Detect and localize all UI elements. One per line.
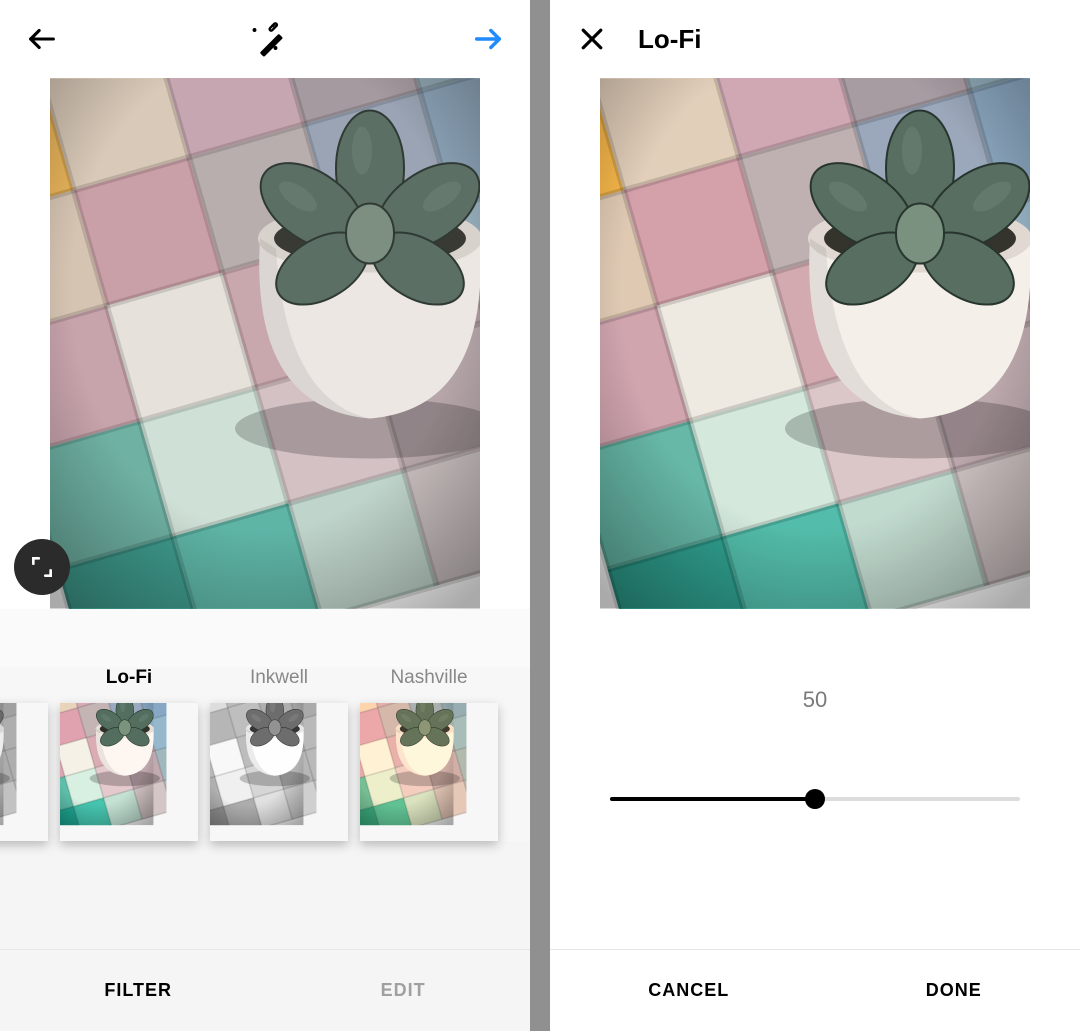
- filter-label: Nashville: [390, 667, 467, 693]
- left-header: [0, 0, 530, 78]
- cancel-button[interactable]: CANCEL: [648, 980, 729, 1001]
- preview-image: [50, 78, 480, 609]
- filter-thumb: [0, 703, 48, 841]
- photo-preview: [0, 78, 530, 609]
- filter-item-inkwell[interactable]: Inkwell: [210, 667, 348, 841]
- filter-label: Inkwell: [250, 667, 308, 693]
- right-header: Lo-Fi: [550, 0, 1080, 78]
- expand-button[interactable]: [14, 539, 70, 595]
- filter-item-nashville[interactable]: Nashville: [360, 667, 498, 841]
- back-button[interactable]: [20, 17, 64, 61]
- slider-area: 50 CANCEL DONE: [550, 609, 1080, 1031]
- done-button[interactable]: DONE: [926, 980, 982, 1001]
- screenshot-divider: [530, 0, 550, 1031]
- filter-select-screen: w Lo-Fi Inkwell Nashville FILTER: [0, 0, 530, 1031]
- photo-preview: [550, 78, 1080, 609]
- filter-title: Lo-Fi: [638, 24, 702, 55]
- filter-thumb: [210, 703, 348, 841]
- intensity-slider[interactable]: [610, 797, 1020, 801]
- filter-thumb: [60, 703, 198, 841]
- filter-adjust-screen: Lo-Fi 50 CANCEL DONE: [550, 0, 1080, 1031]
- slider-value: 50: [803, 687, 827, 713]
- filter-strip[interactable]: w Lo-Fi Inkwell Nashville: [0, 667, 530, 841]
- slider-thumb[interactable]: [805, 789, 825, 809]
- filter-item-lofi[interactable]: Lo-Fi: [60, 667, 198, 841]
- close-button[interactable]: [570, 17, 614, 61]
- filter-thumb: [360, 703, 498, 841]
- next-button[interactable]: [466, 17, 510, 61]
- bottom-tabs: FILTER EDIT: [0, 949, 530, 1031]
- tab-filter[interactable]: FILTER: [104, 980, 172, 1001]
- tab-edit[interactable]: EDIT: [381, 980, 426, 1001]
- filter-label: Lo-Fi: [106, 667, 152, 693]
- filter-item-partial[interactable]: w: [0, 667, 48, 841]
- preview-image: [600, 78, 1030, 609]
- magic-wand-button[interactable]: [243, 17, 287, 61]
- action-bar: CANCEL DONE: [550, 949, 1080, 1031]
